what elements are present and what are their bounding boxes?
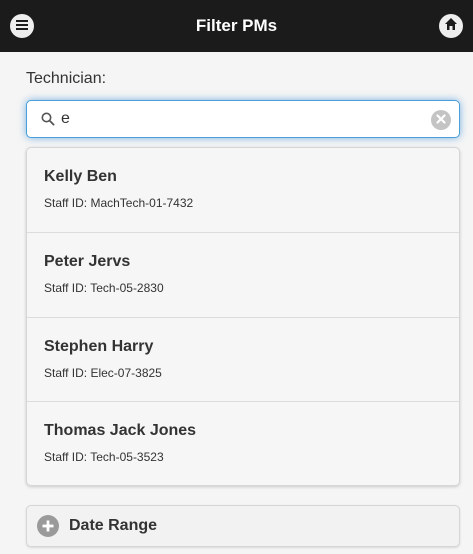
hamburger-menu-icon bbox=[16, 17, 28, 35]
technician-name: Kelly Ben bbox=[44, 168, 117, 185]
date-range-collapsible[interactable]: Date Range bbox=[26, 505, 460, 547]
list-item[interactable]: Kelly Ben Staff ID: MachTech-01-7432 bbox=[27, 148, 459, 233]
technician-staff-id: Staff ID: Tech-05-3523 bbox=[44, 450, 164, 465]
header-bar: Filter PMs bbox=[0, 0, 473, 52]
clear-x-icon bbox=[436, 111, 446, 129]
list-item[interactable]: Peter Jervs Staff ID: Tech-05-2830 bbox=[27, 233, 459, 318]
search-icon bbox=[27, 101, 55, 137]
technician-name: Peter Jervs bbox=[44, 252, 131, 270]
list-item[interactable]: Thomas Jack Jones Staff ID: Tech-05-3523 bbox=[27, 402, 459, 485]
plus-circle-icon bbox=[37, 515, 59, 537]
technician-staff-id: Staff ID: Elec-07-3825 bbox=[44, 365, 162, 380]
list-item[interactable]: Stephen Harry Staff ID: Elec-07-3825 bbox=[27, 318, 459, 403]
home-button[interactable] bbox=[439, 14, 463, 38]
technician-search-input[interactable] bbox=[55, 102, 425, 136]
technician-name: Thomas Jack Jones bbox=[44, 422, 197, 440]
technician-name: Stephen Harry bbox=[44, 337, 154, 355]
page-title: Filter PMs bbox=[195, 16, 278, 35]
menu-button[interactable] bbox=[10, 14, 34, 38]
clear-search-button[interactable] bbox=[431, 110, 451, 130]
home-icon bbox=[445, 17, 457, 35]
date-range-label: Date Range bbox=[69, 517, 158, 534]
technician-results-list: Kelly Ben Staff ID: MachTech-01-7432 Pet… bbox=[26, 147, 460, 486]
technician-label: Technician: bbox=[26, 70, 107, 87]
technician-search-box[interactable] bbox=[26, 100, 460, 138]
technician-staff-id: Staff ID: Tech-05-2830 bbox=[44, 280, 164, 295]
technician-staff-id: Staff ID: MachTech-01-7432 bbox=[44, 196, 194, 210]
